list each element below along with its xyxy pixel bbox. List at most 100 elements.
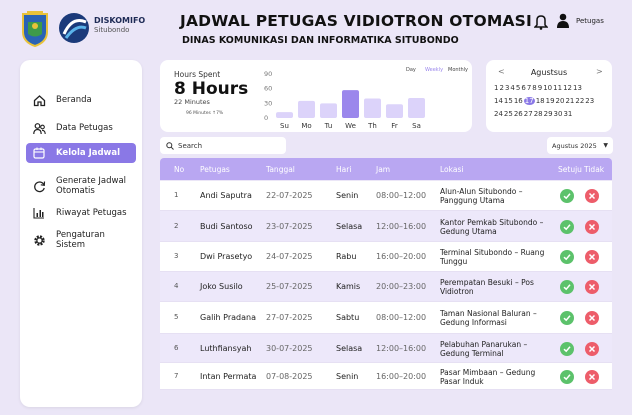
table-row: 4 Joko Susilo 25-07-2025 Kamis 20:00–23:00 Pe…	[160, 272, 612, 302]
approve-button[interactable]	[560, 219, 574, 234]
cell-petugas: Andi Saputra	[200, 191, 252, 200]
reject-button[interactable]	[585, 311, 599, 325]
calendar-day[interactable]: 2	[499, 84, 503, 92]
calendar-day[interactable]: 9	[538, 84, 542, 92]
calendar-day[interactable]: 11	[553, 84, 562, 92]
tab-day[interactable]: Day	[406, 67, 416, 73]
approve-button[interactable]	[560, 311, 574, 325]
cell-jam: 12:00–16:00	[376, 221, 427, 231]
calendar-week: 2425262728293031	[494, 110, 573, 118]
sidebar-item-kelola-jadwal[interactable]: Kelola Jadwal	[26, 143, 136, 163]
check-icon	[563, 284, 571, 291]
cell-jam: 12:00–16:00	[376, 343, 427, 353]
calendar-day[interactable]: 27	[524, 110, 533, 118]
sidebar-item-label: Beranda	[56, 95, 92, 105]
tab-weekly[interactable]: Weekly	[425, 67, 443, 73]
approve-button[interactable]	[560, 341, 574, 356]
check-icon	[563, 254, 571, 261]
close-icon	[588, 314, 596, 322]
calendar-day[interactable]: 25	[504, 110, 513, 118]
calendar-day[interactable]: 16	[514, 97, 523, 105]
cell-tanggal: 23-07-2025	[266, 221, 313, 231]
calendar-day[interactable]: 5	[516, 84, 520, 92]
brand-name: DISKOMIFO	[94, 16, 146, 25]
sidebar-item-riwayat-petugas[interactable]: Riwayat Petugas	[26, 204, 136, 222]
month-filter-select[interactable]: Agustus 2025 ▼	[547, 137, 613, 154]
calendar-day[interactable]: 15	[504, 97, 513, 105]
calendar-day[interactable]: 26	[514, 110, 523, 118]
calendar-day[interactable]: 18	[536, 97, 545, 105]
chevron-down-icon: ▼	[603, 142, 608, 149]
calendar-day-selected[interactable]: 17	[523, 97, 535, 105]
sidebar-item-data-petugas[interactable]: Data Petugas	[26, 116, 136, 140]
cell-hari: Sabtu	[336, 313, 360, 322]
calendar-day[interactable]: 19	[546, 97, 555, 105]
sidebar-item-label: Generate Jadwal Otomatis	[56, 176, 127, 196]
calendar-day[interactable]: 14	[494, 97, 503, 105]
reject-button[interactable]	[585, 369, 599, 384]
calendar-day[interactable]: 30	[554, 110, 563, 118]
table-row: 1 Andi Saputra 22-07-2025 Senin 08:00–12:00 A…	[160, 181, 612, 211]
user-icon[interactable]	[556, 13, 570, 29]
calendar-next-button[interactable]: >	[596, 67, 603, 76]
cell-jam: 16:00–20:00	[376, 371, 427, 381]
calendar-day[interactable]: 10	[543, 84, 552, 92]
cell-lokasi: Alun-Alun Situbondo – Panggung Utama	[440, 187, 523, 205]
cell-tanggal: 22-07-2025	[266, 191, 313, 200]
sidebar-item-label: Kelola Jadwal	[56, 148, 121, 158]
calendar-day[interactable]: 6	[521, 84, 525, 92]
check-icon	[563, 373, 571, 380]
calendar-day[interactable]: 13	[573, 84, 582, 92]
calendar-day[interactable]: 20	[556, 97, 565, 105]
calendar-day[interactable]: 24	[494, 110, 503, 118]
table-row: 5 Galih Pradana 27-07-2025 Sabtu 08:00–12:00…	[160, 302, 612, 334]
sidebar-item-label: Riwayat Petugas	[56, 208, 127, 218]
cell-tanggal: 07-08-2025	[266, 371, 313, 381]
calendar-day[interactable]: 22	[575, 97, 584, 105]
user-name[interactable]: Petugas	[576, 17, 604, 25]
calendar-day[interactable]: 21	[565, 97, 574, 105]
calendar-day[interactable]: 7	[527, 84, 531, 92]
sidebar-item-beranda[interactable]: Beranda	[26, 88, 136, 112]
sidebar-item-generate-jadwal[interactable]: Generate Jadwal Otomatis	[26, 173, 136, 199]
cell-jam: 08:00–12:00	[376, 313, 427, 322]
home-icon	[32, 93, 46, 107]
calendar-day[interactable]: 1	[494, 84, 498, 92]
table-row: 3 Dwi Prasetyo 24-07-2025 Rabu 16:00–20:00 Te…	[160, 242, 612, 272]
search-input[interactable]: Search	[160, 137, 286, 154]
calendar-day[interactable]: 28	[534, 110, 543, 118]
calendar-day[interactable]: 12	[563, 84, 572, 92]
approve-button[interactable]	[560, 250, 574, 264]
sidebar-item-label: Data Petugas	[56, 123, 113, 133]
cell-lokasi: Perempatan Besuki – Pos Vidiotron	[440, 278, 534, 296]
users-icon	[32, 121, 46, 135]
reject-button[interactable]	[585, 189, 599, 203]
col-petugas[interactable]: Petugas	[200, 165, 230, 174]
reject-button[interactable]	[585, 280, 599, 294]
calendar-day[interactable]: 23	[585, 97, 594, 105]
y-tick-label: 90	[264, 70, 272, 78]
x-tick-label: Tu	[324, 122, 333, 130]
calendar-day[interactable]: 8	[532, 84, 536, 92]
calendar-day[interactable]: 31	[563, 110, 572, 118]
sidebar-item-pengaturan-sistem[interactable]: Pengaturan Sistem	[26, 227, 136, 253]
page-subtitle: DINAS KOMUNIKASI DAN INFORMATIKA SITUBON…	[182, 35, 459, 46]
reject-button[interactable]	[585, 219, 599, 234]
calendar-day[interactable]: 4	[510, 84, 514, 92]
cell-hari: Senin	[336, 191, 359, 200]
reject-button[interactable]	[585, 250, 599, 264]
col-tidak: Tidak	[584, 165, 605, 174]
col-tanggal: Tanggal	[266, 165, 295, 174]
cell-no: 4	[174, 282, 179, 290]
approve-button[interactable]	[560, 369, 574, 384]
cell-hari: Selasa	[336, 343, 363, 353]
calendar-day[interactable]: 3	[505, 84, 509, 92]
bell-icon[interactable]	[534, 14, 548, 30]
cell-jam: 16:00–20:00	[376, 252, 427, 261]
bar-we	[342, 90, 359, 118]
tab-monthly[interactable]: Monthly	[448, 67, 468, 73]
approve-button[interactable]	[560, 280, 574, 294]
calendar-day[interactable]: 29	[544, 110, 553, 118]
approve-button[interactable]	[560, 189, 574, 203]
reject-button[interactable]	[585, 341, 599, 356]
